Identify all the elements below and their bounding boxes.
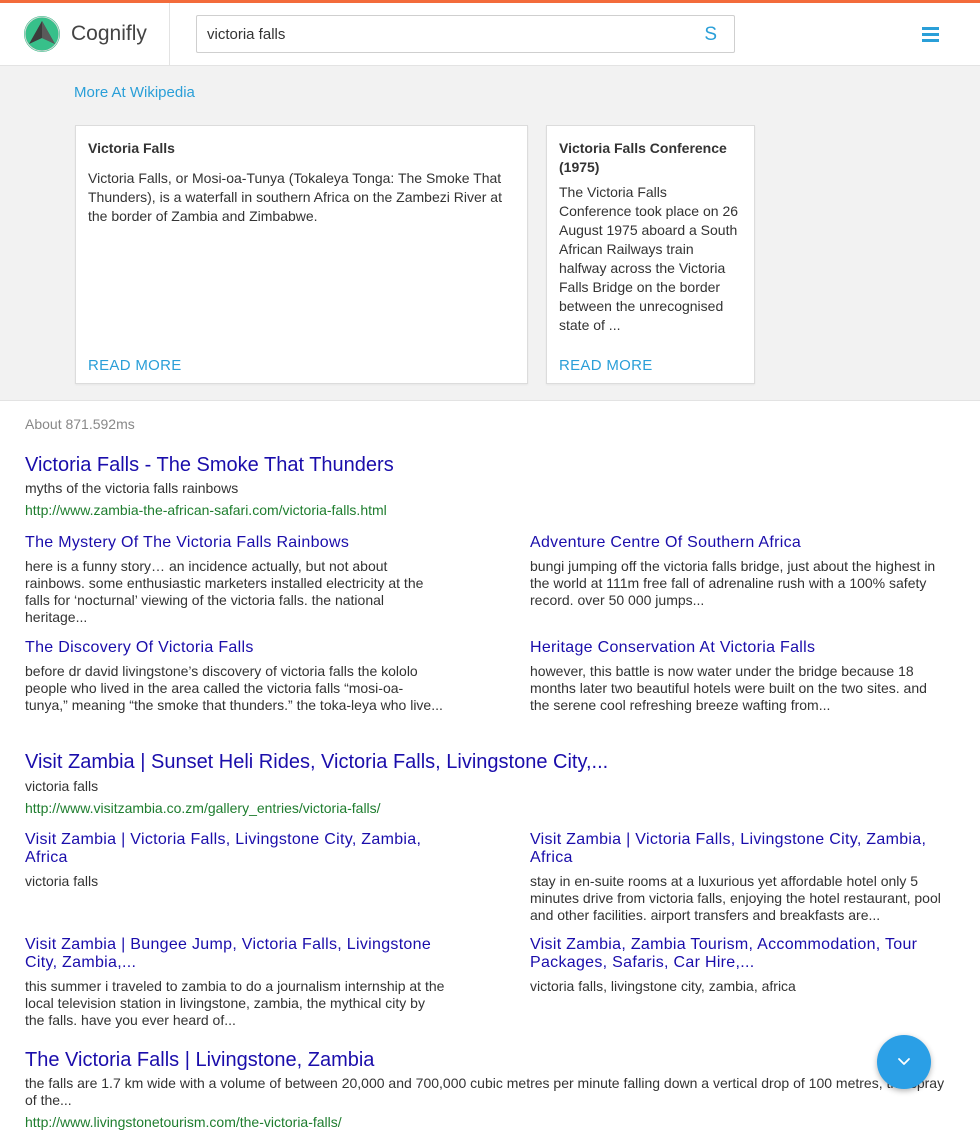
chevron-down-icon: [898, 1058, 910, 1065]
result-snippet: myths of the victoria falls rainbows: [25, 480, 239, 496]
search-timing: About 871.592ms: [25, 416, 135, 432]
sub-result: Adventure Centre Of Southern Africa bung…: [530, 534, 950, 609]
result-snippet: the falls are 1.7 km wide with a volume …: [25, 1075, 945, 1108]
sub-result-title-link[interactable]: Visit Zambia | Victoria Falls, Livingsto…: [530, 831, 926, 866]
result-snippet: victoria falls: [25, 778, 99, 794]
sub-result-snippet: this summer i traveled to zambia to do a…: [25, 978, 445, 1028]
result-title-link[interactable]: Victoria Falls - The Smoke That Thunders: [25, 454, 394, 477]
header-divider: [169, 3, 170, 66]
read-more-link[interactable]: READ MORE: [88, 357, 182, 374]
sub-result-snippet: victoria falls, livingstone city, zambia…: [530, 978, 796, 994]
sub-result-snippet: stay in en-suite rooms at a luxurious ye…: [530, 873, 941, 923]
brand-name[interactable]: Cognifly: [71, 22, 147, 46]
sub-result-snippet: bungi jumping off the victoria falls bri…: [530, 558, 936, 608]
wiki-card-title: Victoria Falls: [88, 140, 175, 156]
sub-result: Visit Zambia | Victoria Falls, Livingsto…: [530, 831, 950, 924]
search-box[interactable]: S: [196, 15, 735, 53]
wiki-card: Victoria Falls Victoria Falls, or Mosi-o…: [75, 125, 528, 384]
wikipedia-section: More At Wikipedia Victoria Falls Victori…: [0, 66, 980, 401]
read-more-link[interactable]: READ MORE: [559, 357, 653, 374]
logo-icon[interactable]: [24, 16, 60, 52]
more-at-wikipedia-link[interactable]: More At Wikipedia: [74, 84, 195, 101]
wiki-card: Victoria Falls Conference (1975) The Vic…: [546, 125, 755, 384]
sub-result: The Discovery Of Victoria Falls before d…: [25, 639, 445, 714]
wiki-card-title: Victoria Falls Conference (1975): [559, 140, 727, 175]
sub-result: Visit Zambia | Bungee Jump, Victoria Fal…: [25, 936, 445, 1029]
sub-result-title-link[interactable]: Heritage Conservation At Victoria Falls: [530, 639, 815, 656]
scroll-down-button[interactable]: [877, 1035, 931, 1089]
sub-result: Visit Zambia | Victoria Falls, Livingsto…: [25, 831, 445, 890]
sub-result: Heritage Conservation At Victoria Falls …: [530, 639, 950, 714]
sub-result-title-link[interactable]: Visit Zambia | Victoria Falls, Livingsto…: [25, 831, 421, 866]
search-input[interactable]: [207, 16, 687, 52]
result-url-link[interactable]: http://www.visitzambia.co.zm/gallery_ent…: [25, 800, 381, 816]
sub-result-snippet: however, this battle is now water under …: [530, 663, 927, 713]
hamburger-menu-icon[interactable]: [922, 27, 939, 42]
sub-result-title-link[interactable]: Adventure Centre Of Southern Africa: [530, 534, 801, 551]
search-icon[interactable]: S: [704, 24, 717, 46]
wiki-card-text: The Victoria Falls Conference took place…: [559, 184, 739, 333]
result-title-link[interactable]: Visit Zambia | Sunset Heli Rides, Victor…: [25, 751, 608, 774]
sub-result-title-link[interactable]: Visit Zambia | Bungee Jump, Victoria Fal…: [25, 936, 431, 971]
sub-result: Visit Zambia, Zambia Tourism, Accommodat…: [530, 936, 950, 995]
sub-result-title-link[interactable]: The Mystery Of The Victoria Falls Rainbo…: [25, 534, 349, 551]
sub-result-title-link[interactable]: The Discovery Of Victoria Falls: [25, 639, 254, 656]
sub-result: The Mystery Of The Victoria Falls Rainbo…: [25, 534, 445, 626]
sub-result-title-link[interactable]: Visit Zambia, Zambia Tourism, Accommodat…: [530, 936, 917, 971]
sub-result-snippet: victoria falls: [25, 873, 99, 889]
sub-result-snippet: here is a funny story… an incidence actu…: [25, 558, 424, 625]
wiki-card-text: Victoria Falls, or Mosi-oa-Tunya (Tokale…: [88, 170, 502, 224]
header: Cognifly S: [0, 3, 980, 66]
result-url-link[interactable]: http://www.livingstonetourism.com/the-vi…: [25, 1114, 342, 1130]
result-title-link[interactable]: The Victoria Falls | Livingstone, Zambia: [25, 1049, 374, 1072]
result-url-link[interactable]: http://www.zambia-the-african-safari.com…: [25, 502, 387, 518]
sub-result-snippet: before dr david livingstone’s discovery …: [25, 663, 443, 713]
